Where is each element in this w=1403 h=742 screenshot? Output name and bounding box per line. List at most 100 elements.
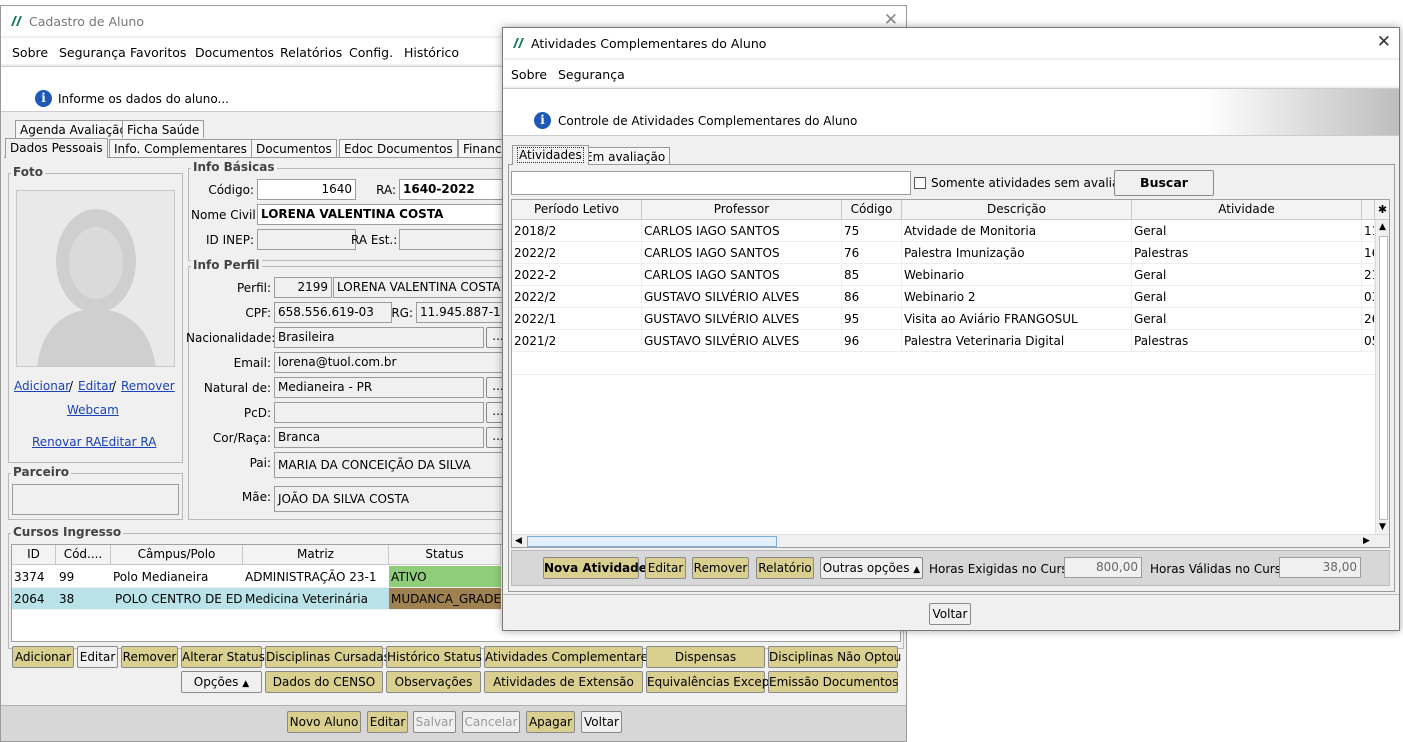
menu-seguranca[interactable]: Segurança — [59, 45, 126, 60]
opcoes-button[interactable]: Opções ▲ — [181, 671, 262, 693]
disciplinas-nao-optou-button[interactable]: Disciplinas Não Optou — [768, 646, 901, 668]
scroll-up-icon[interactable]: ▲ — [1379, 222, 1386, 232]
pcd-label: PcD: — [243, 406, 271, 420]
scroll-down-icon[interactable]: ▼ — [1379, 522, 1386, 532]
foto-adicionar-link[interactable]: Adicionar — [14, 379, 70, 393]
tab-info-complementares[interactable]: Info. Complementares — [109, 139, 252, 157]
salvar-button[interactable]: Salvar — [413, 711, 456, 733]
somente-sem-avaliacao-checkbox[interactable] — [914, 177, 926, 189]
relatorio-button[interactable]: Relatório — [756, 557, 814, 579]
tab-em-avaliacao[interactable]: Em avaliação — [580, 147, 671, 165]
atividades-complementares-button[interactable]: Atividades Complementares — [484, 646, 654, 668]
atividade-editar-button[interactable]: Editar — [645, 557, 686, 579]
atividades-search-input[interactable] — [511, 171, 911, 195]
editar-ra-link[interactable]: Editar RA — [101, 435, 156, 449]
tab-dados-pessoais[interactable]: Dados Pessoais — [5, 138, 108, 158]
dialog-menu-sobre[interactable]: Sobre — [511, 67, 547, 82]
header-atividade[interactable]: Atividade — [1132, 200, 1362, 220]
codigo-field[interactable]: 1640 — [257, 179, 356, 200]
header-descricao[interactable]: Descrição — [902, 200, 1132, 220]
equivalencias-button[interactable]: Equivalências Excep. — [646, 671, 773, 693]
curso-remover-button[interactable]: Remover — [121, 646, 178, 668]
ra-field[interactable]: 1640-2022 — [399, 179, 509, 200]
menu-historico[interactable]: Histórico — [404, 45, 459, 60]
column-settings-icon[interactable]: ✱ — [1375, 200, 1389, 220]
natural-field[interactable]: Medianeira - PR — [274, 377, 484, 398]
perfil-nome-field[interactable]: LORENA VALENTINA COSTA — [333, 277, 509, 298]
tab-atividades[interactable]: Atividades — [512, 145, 589, 165]
header-professor[interactable]: Professor — [642, 200, 842, 220]
scroll-left-icon[interactable]: ◀ — [515, 536, 522, 546]
cpf-field[interactable]: 658.556.619-03 — [274, 302, 392, 323]
cell-codigo: 95 — [842, 308, 902, 330]
rg-field[interactable]: 11.945.887-1 — [416, 302, 509, 323]
horizontal-scroll-thumb[interactable] — [527, 536, 777, 547]
outras-opcoes-button[interactable]: Outras opções ▲ — [820, 557, 923, 579]
tab-ficha-saude[interactable]: Ficha Saúde — [122, 120, 205, 138]
menu-config[interactable]: Config. — [349, 45, 393, 60]
dialog-close-icon[interactable]: ✕ — [1377, 32, 1391, 52]
disciplinas-cursadas-button[interactable]: Disciplinas Cursadas — [265, 646, 390, 668]
nome-civil-field[interactable]: LORENA VALENTINA COSTA — [257, 204, 509, 225]
cancelar-button[interactable]: Cancelar — [462, 711, 520, 733]
tab-edoc-documentos[interactable]: Edoc Documentos — [339, 139, 458, 157]
horizontal-scrollbar[interactable]: ◀ ▶ — [512, 534, 1389, 547]
cursos-header-status[interactable]: Status — [389, 545, 501, 565]
curso-adicionar-button[interactable]: Adicionar — [12, 646, 74, 668]
cor-raca-field[interactable]: Branca — [274, 427, 484, 448]
cell-extra: 05 — [1362, 330, 1375, 352]
tab-agenda-avaliacao[interactable]: Agenda Avaliação — [15, 120, 132, 138]
novo-aluno-button[interactable]: Novo Aluno — [287, 711, 361, 733]
dispensas-button[interactable]: Dispensas — [646, 646, 765, 668]
horas-exigidas-field[interactable]: 800,00 — [1064, 557, 1142, 578]
apagar-button[interactable]: Apagar — [526, 711, 575, 733]
header-periodo[interactable]: Período Letivo — [512, 200, 642, 220]
dialog-voltar-button[interactable]: Voltar — [929, 603, 971, 625]
id-inep-field[interactable] — [257, 229, 356, 250]
dialog-menu-seguranca[interactable]: Segurança — [558, 67, 625, 82]
cell-periodo: 2022/2 — [512, 286, 642, 308]
alterar-status-button[interactable]: Alterar Status — [181, 646, 265, 668]
nova-atividade-button[interactable]: Nova Atividade — [543, 557, 647, 579]
observacoes-button[interactable]: Observações — [386, 671, 481, 693]
nacionalidade-field[interactable]: Brasileira — [274, 327, 484, 348]
pcd-field[interactable] — [274, 402, 484, 423]
parceiro-field[interactable] — [12, 484, 179, 515]
menu-documentos[interactable]: Documentos — [195, 45, 274, 60]
foto-webcam-link[interactable]: Webcam — [67, 403, 119, 417]
atividade-remover-button[interactable]: Remover — [692, 557, 749, 579]
header-codigo[interactable]: Código — [842, 200, 902, 220]
cursos-header-id[interactable]: ID — [12, 545, 56, 565]
pai-field[interactable]: MARIA DA CONCEIÇÃO DA SILVA — [274, 452, 510, 478]
tab-documentos[interactable]: Documentos — [251, 139, 337, 157]
emissao-documentos-button[interactable]: Emissão Documentos — [768, 671, 898, 693]
vertical-scroll-thumb[interactable] — [1379, 236, 1388, 520]
tab-financeiro[interactable]: Financ — [458, 139, 507, 157]
ra-est-field[interactable] — [399, 229, 509, 250]
menu-sobre[interactable]: Sobre — [12, 45, 48, 60]
somente-sem-avaliacao-label: Somente atividades sem avaliação — [931, 176, 1141, 190]
voltar-button[interactable]: Voltar — [581, 711, 622, 733]
menu-favoritos[interactable]: Favoritos — [130, 45, 186, 60]
cursos-header-matriz[interactable]: Matriz — [243, 545, 389, 565]
buscar-button[interactable]: Buscar — [1114, 170, 1214, 196]
email-field[interactable]: lorena@tuol.com.br — [274, 352, 510, 373]
foto-editar-link[interactable]: Editar — [78, 379, 114, 393]
renovar-ra-link[interactable]: Renovar RA — [32, 435, 101, 449]
mae-field[interactable]: JOÃO DA SILVA COSTA — [274, 486, 510, 512]
menu-relatorios[interactable]: Relatórios — [280, 45, 342, 60]
vertical-scrollbar[interactable]: ▲ ▼ — [1375, 220, 1389, 535]
atividades-table: Período Letivo Professor Código Descriçã… — [511, 199, 1390, 548]
atividades-extensao-button[interactable]: Atividades de Extensão — [484, 671, 643, 693]
curso-editar-button[interactable]: Editar — [77, 646, 118, 668]
cursos-header-cod[interactable]: Cód.... — [56, 545, 111, 565]
dados-censo-button[interactable]: Dados do CENSO — [265, 671, 383, 693]
historico-status-button[interactable]: Histórico Status — [386, 646, 482, 668]
horas-validas-field[interactable]: 38,00 — [1279, 557, 1361, 578]
scroll-right-icon[interactable]: ▶ — [1363, 536, 1370, 546]
footer-editar-button[interactable]: Editar — [367, 711, 408, 733]
cursos-header-campus[interactable]: Câmpus/Polo — [111, 545, 243, 565]
foto-remover-link[interactable]: Remover — [121, 379, 175, 393]
perfil-codigo-field[interactable]: 2199 — [274, 277, 332, 298]
ra-label: RA: — [376, 183, 396, 197]
